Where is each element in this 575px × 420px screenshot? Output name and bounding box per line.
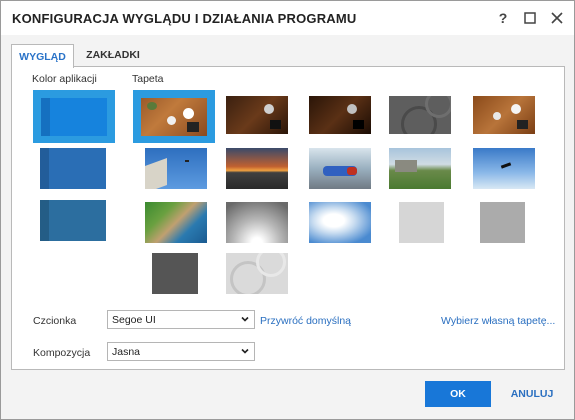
font-value: Segoe UI xyxy=(112,314,156,326)
wallpaper-bird-sky[interactable] xyxy=(473,148,535,189)
cancel-button[interactable]: ANULUJ xyxy=(501,381,563,407)
maximize-icon xyxy=(524,12,536,24)
wallpaper-sunset-road[interactable] xyxy=(226,148,288,189)
wallpaper-hills-landscape[interactable] xyxy=(389,148,451,189)
tab-wyglad[interactable]: WYGLĄD xyxy=(11,44,74,68)
ok-button[interactable]: OK xyxy=(425,381,491,407)
dialog-title: KONFIGURACJA WYGLĄDU I DZIAŁANIA PROGRAM… xyxy=(12,11,357,26)
wallpaper-car-motion[interactable] xyxy=(309,148,371,189)
font-select[interactable]: Segoe UI xyxy=(107,310,255,329)
svg-text:?: ? xyxy=(499,11,508,25)
app-color-blue-medium[interactable] xyxy=(40,148,106,189)
chevron-down-icon xyxy=(241,348,249,354)
wallpaper-desk-wood-dark[interactable] xyxy=(226,96,288,134)
title-bar: KONFIGURACJA WYGLĄDU I DZIAŁANIA PROGRAM… xyxy=(1,1,574,35)
composition-select[interactable]: Jasna xyxy=(107,342,255,361)
reset-font-link[interactable]: Przywróć domyślną xyxy=(260,315,351,327)
wallpaper-coast-cliffs[interactable] xyxy=(145,202,207,243)
close-icon xyxy=(551,12,563,24)
question-mark-icon: ? xyxy=(499,11,508,25)
app-color-blue-bright[interactable] xyxy=(33,90,115,143)
app-color-blue-steel[interactable] xyxy=(40,200,106,241)
help-button[interactable]: ? xyxy=(492,7,514,29)
tab-zakladki[interactable]: ZAKŁADKI xyxy=(83,44,143,66)
settings-dialog: KONFIGURACJA WYGLĄDU I DZIAŁANIA PROGRAM… xyxy=(0,0,575,420)
composition-value: Jasna xyxy=(112,346,141,358)
wallpaper-medium-gray[interactable] xyxy=(480,202,525,243)
app-color-label: Kolor aplikacji xyxy=(32,73,97,85)
wallpaper-building-sky[interactable] xyxy=(145,148,207,189)
close-button[interactable] xyxy=(546,7,568,29)
wallpaper-desk-wood-2[interactable] xyxy=(473,96,535,134)
wallpaper-desk-wood-darker[interactable] xyxy=(309,96,371,134)
font-label: Czcionka xyxy=(33,315,77,327)
appearance-panel: Kolor aplikacji Tapeta Czcionka Segoe UI… xyxy=(11,66,565,370)
wallpaper-dark-gray[interactable] xyxy=(152,253,198,294)
wallpaper-clouds[interactable] xyxy=(309,202,371,243)
wallpaper-light-circles[interactable] xyxy=(226,253,288,294)
chevron-down-icon xyxy=(241,316,249,322)
color-swatch xyxy=(41,98,107,136)
maximize-button[interactable] xyxy=(519,7,541,29)
wallpaper-label: Tapeta xyxy=(132,73,164,85)
composition-label: Kompozycja xyxy=(33,347,91,359)
wallpaper-light-gray[interactable] xyxy=(399,202,444,243)
wallpaper-desk-wood-1[interactable] xyxy=(133,90,215,143)
wallpaper-gray-circles[interactable] xyxy=(389,96,451,134)
wallpaper-gray-gradient[interactable] xyxy=(226,202,288,243)
custom-wallpaper-link[interactable]: Wybierz własną tapetę... xyxy=(441,315,555,327)
wallpaper-preview xyxy=(141,98,207,136)
